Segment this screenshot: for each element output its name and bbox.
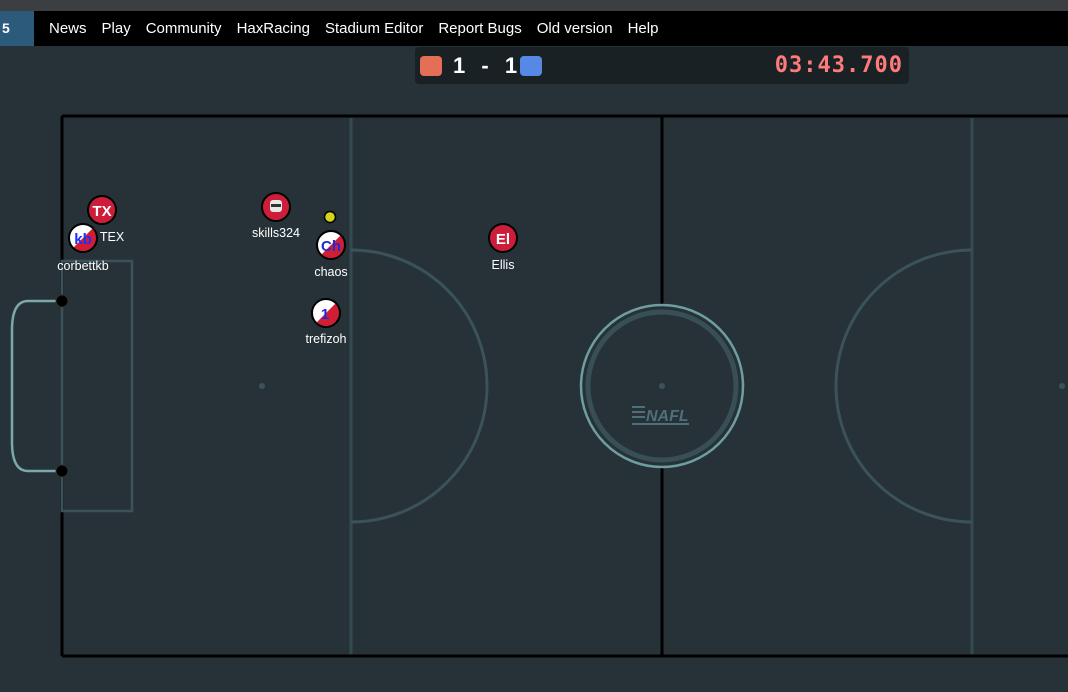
- svg-text:NAFL: NAFL: [646, 408, 689, 425]
- player-trefizoh: 1 trefizoh: [306, 298, 347, 346]
- blue-team-indicator: [520, 56, 542, 76]
- player-chaos: Ch chaos: [314, 230, 348, 279]
- red-score: 1: [453, 53, 467, 78]
- right-spot: [1059, 383, 1065, 389]
- player-avatar: Ch: [321, 238, 341, 255]
- stadium-field: NAFL TX TEX kb corbettkb skills324 Ch ch…: [10, 114, 1068, 658]
- face-icon: [270, 200, 282, 212]
- ball: [323, 210, 337, 224]
- player-name: TEX: [100, 230, 125, 244]
- match-timer: 03:43.700: [774, 53, 903, 78]
- right-arc: [834, 248, 973, 524]
- player-avatar: 1: [321, 306, 329, 323]
- red-team-indicator: [420, 56, 442, 76]
- player-avatar: TX: [92, 203, 111, 220]
- player-name: trefizoh: [306, 332, 347, 346]
- player-name: Ellis: [492, 258, 515, 272]
- player-name: chaos: [314, 265, 347, 279]
- left-goal-net: [10, 299, 62, 473]
- player-skills324: skills324: [252, 192, 300, 240]
- score-separator: -: [481, 53, 490, 78]
- player-avatar: El: [496, 231, 510, 248]
- field-markings: NAFL: [10, 114, 1068, 658]
- left-arc: [350, 248, 489, 524]
- score-display: 1 - 1: [453, 53, 518, 79]
- left-penalty-box: [60, 259, 134, 513]
- left-goal-post-bottom: [55, 464, 69, 478]
- left-goal-post-top: [55, 294, 69, 308]
- player-name: corbettkb: [57, 259, 108, 273]
- blue-score: 1: [504, 53, 519, 78]
- center-spot: [659, 383, 665, 389]
- nafl-logo: NAFL: [632, 406, 689, 425]
- player-name: skills324: [252, 226, 300, 240]
- player-ellis: El Ellis: [488, 223, 518, 272]
- scoreboard: 1 - 1 03:43.700: [415, 47, 909, 84]
- player-avatar: kb: [74, 231, 92, 248]
- left-spot: [259, 383, 265, 389]
